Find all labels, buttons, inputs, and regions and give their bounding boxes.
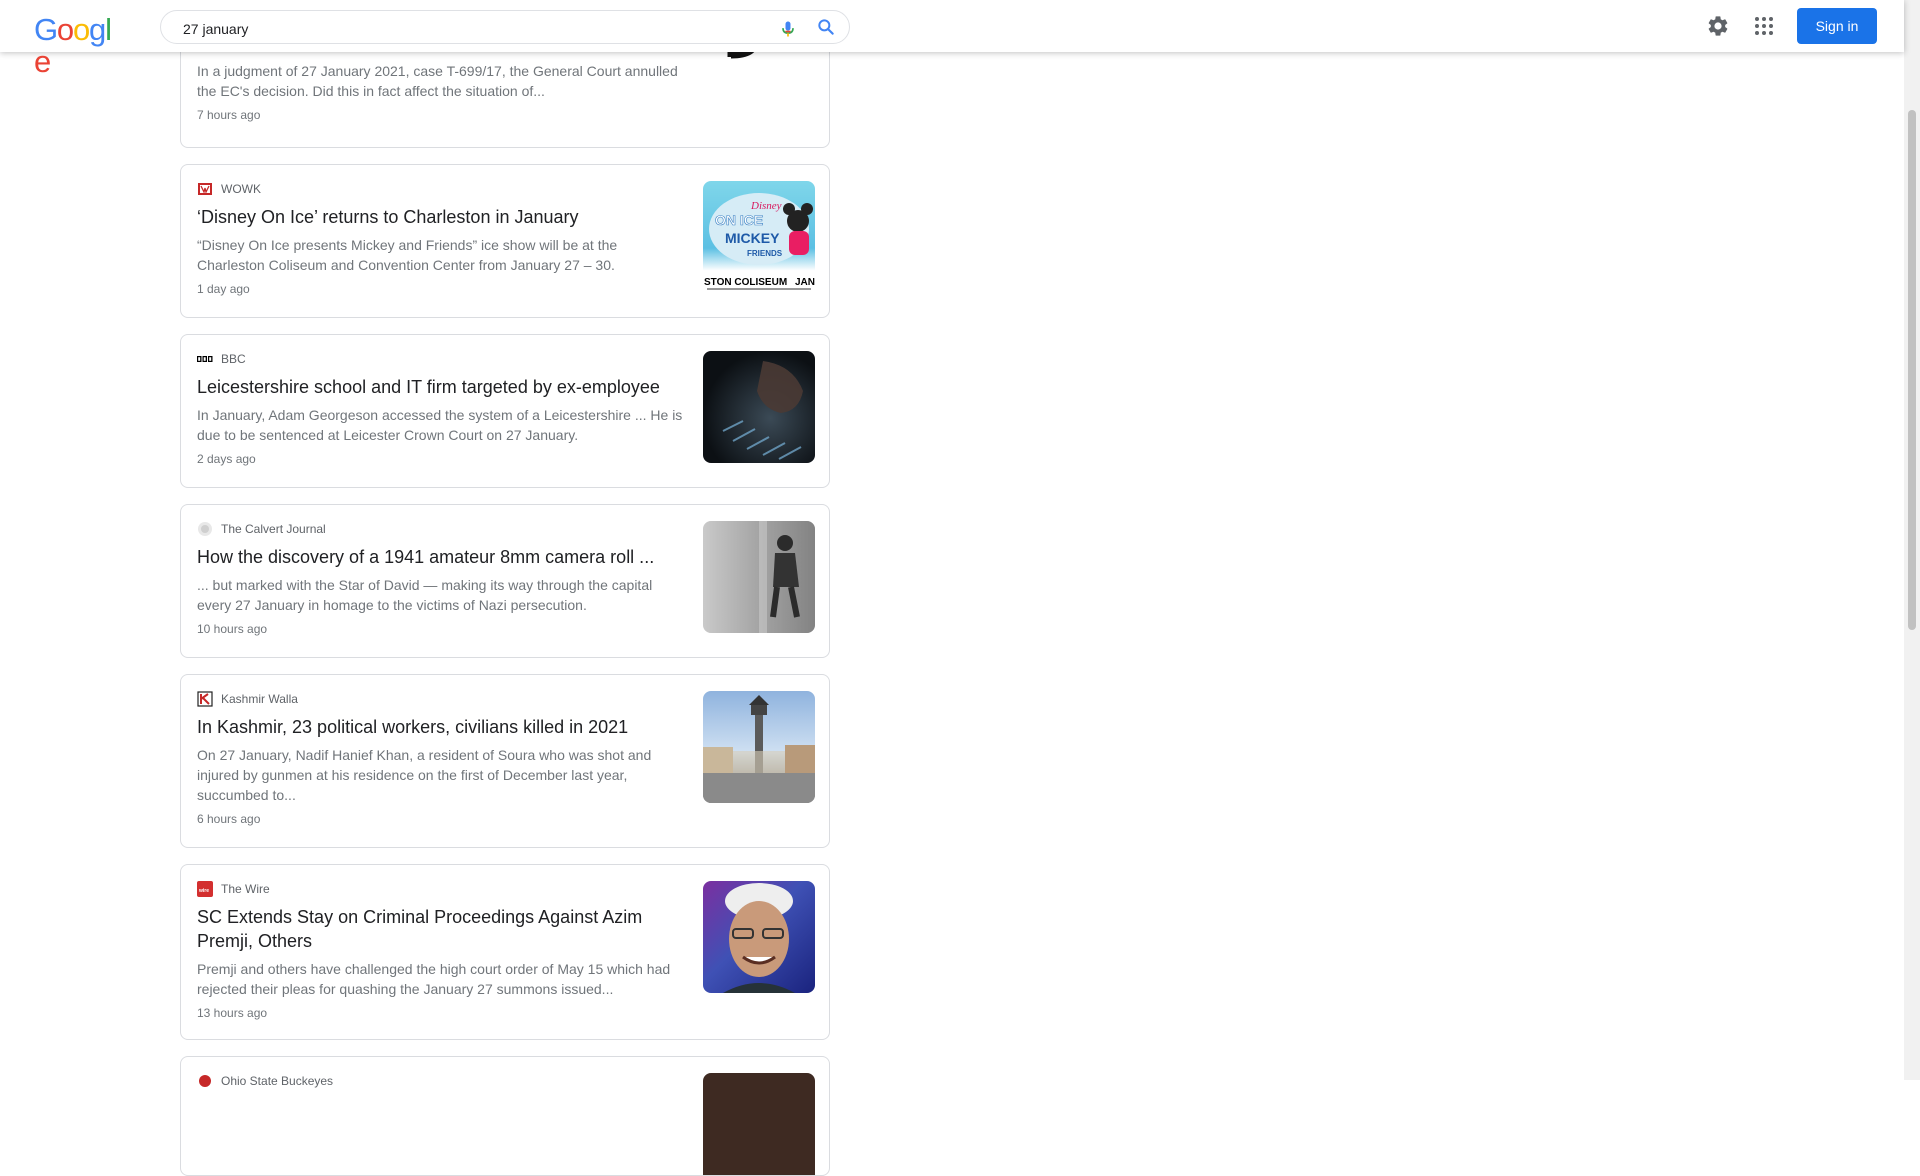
apps-grid-icon[interactable]	[1752, 14, 1776, 38]
news-time: 1 day ago	[197, 282, 250, 296]
news-snippet: On 27 January, Nadif Hanief Khan, a resi…	[197, 747, 652, 803]
thumb-coliseum-text: STON COLISEUM	[704, 277, 787, 288]
news-source: BBC	[221, 352, 246, 366]
svg-text:wire: wire	[198, 888, 209, 894]
thumb-jan-text: JAN	[795, 277, 815, 288]
vertical-scrollbar[interactable]	[1904, 0, 1920, 1080]
news-source: WOWK	[221, 182, 261, 196]
wowk-favicon-icon	[197, 181, 213, 197]
thumb-mickey-text: MICKEY	[725, 230, 780, 246]
calvert-favicon-icon	[197, 521, 213, 537]
search-icon[interactable]	[816, 17, 836, 37]
logo-letter: l	[105, 12, 112, 47]
news-thumbnail[interactable]	[703, 351, 815, 463]
news-thumbnail[interactable]	[703, 1073, 815, 1175]
news-source: The Wire	[221, 882, 270, 896]
news-snippet: In January, Adam Georgeson accessed the …	[197, 407, 683, 443]
logo-letter: e	[34, 44, 51, 79]
news-card[interactable]: The Calvert Journal How the discovery of…	[180, 504, 830, 658]
kashmir-walla-favicon-icon	[197, 691, 213, 707]
news-time: 6 hours ago	[197, 812, 261, 826]
news-title[interactable]: Leicestershire school and IT firm target…	[197, 375, 685, 399]
news-thumbnail[interactable]	[703, 691, 815, 803]
news-thumbnail[interactable]	[703, 881, 815, 993]
news-time: 2 days ago	[197, 452, 256, 466]
news-time: 7 hours ago	[197, 108, 261, 122]
news-card[interactable]: wire The Wire SC Extends Stay on Crimina…	[180, 864, 830, 1040]
news-title[interactable]: In Kashmir, 23 political workers, civili…	[197, 715, 685, 739]
news-source: The Calvert Journal	[221, 522, 326, 536]
top-header: Googl e Sign in	[0, 0, 1904, 78]
news-card[interactable]: Ohio State Buckeyes	[180, 1056, 830, 1176]
news-title[interactable]: ‘Disney On Ice’ returns to Charleston in…	[197, 205, 685, 229]
news-title[interactable]: SC Extends Stay on Criminal Proceedings …	[197, 905, 685, 953]
logo-letter: g	[89, 12, 106, 47]
scrollbar-thumb[interactable]	[1908, 110, 1916, 630]
news-snippet: “Disney On Ice presents Mickey and Frien…	[197, 237, 618, 273]
news-card[interactable]: WOWK ‘Disney On Ice’ returns to Charlest…	[180, 164, 830, 318]
news-card[interactable]: BBC Leicestershire school and IT firm ta…	[180, 334, 830, 488]
thumb-disney-text: Disney	[750, 200, 782, 212]
google-logo[interactable]: Googl e	[34, 12, 122, 78]
logo-letter: o	[56, 12, 74, 47]
news-source: Kashmir Walla	[221, 692, 298, 706]
search-box	[160, 10, 850, 44]
bbc-favicon-icon	[197, 351, 213, 367]
news-source: Ohio State Buckeyes	[221, 1074, 334, 1088]
news-time: 13 hours ago	[197, 1006, 268, 1020]
thumb-onice-text: ON ICE	[715, 212, 763, 228]
logo-letter: G	[34, 12, 58, 47]
the-wire-favicon-icon: wire	[197, 881, 213, 897]
search-input[interactable]	[181, 18, 745, 40]
news-snippet: In a judgment of 27 January 2021, case T…	[197, 63, 678, 99]
news-card[interactable]: Kashmir Walla In Kashmir, 23 political w…	[180, 674, 830, 848]
news-thumbnail[interactable]	[703, 521, 815, 633]
ohio-state-favicon-icon	[197, 1073, 213, 1089]
news-time: 10 hours ago	[197, 622, 268, 636]
news-title[interactable]: How the discovery of a 1941 amateur 8mm …	[197, 545, 685, 569]
news-snippet: ... but marked with the Star of David — …	[197, 577, 653, 613]
news-thumbnail[interactable]: Disney ON ICE MICKEY FRIENDS STON COLISE…	[703, 181, 815, 293]
sign-in-button[interactable]: Sign in	[1797, 8, 1877, 44]
news-snippet: Premji and others have challenged the hi…	[197, 961, 671, 997]
logo-letter: o	[72, 12, 90, 47]
microphone-icon[interactable]	[778, 19, 798, 39]
settings-gear-icon[interactable]	[1706, 14, 1730, 38]
thumb-friends-text: FRIENDS	[747, 249, 783, 258]
